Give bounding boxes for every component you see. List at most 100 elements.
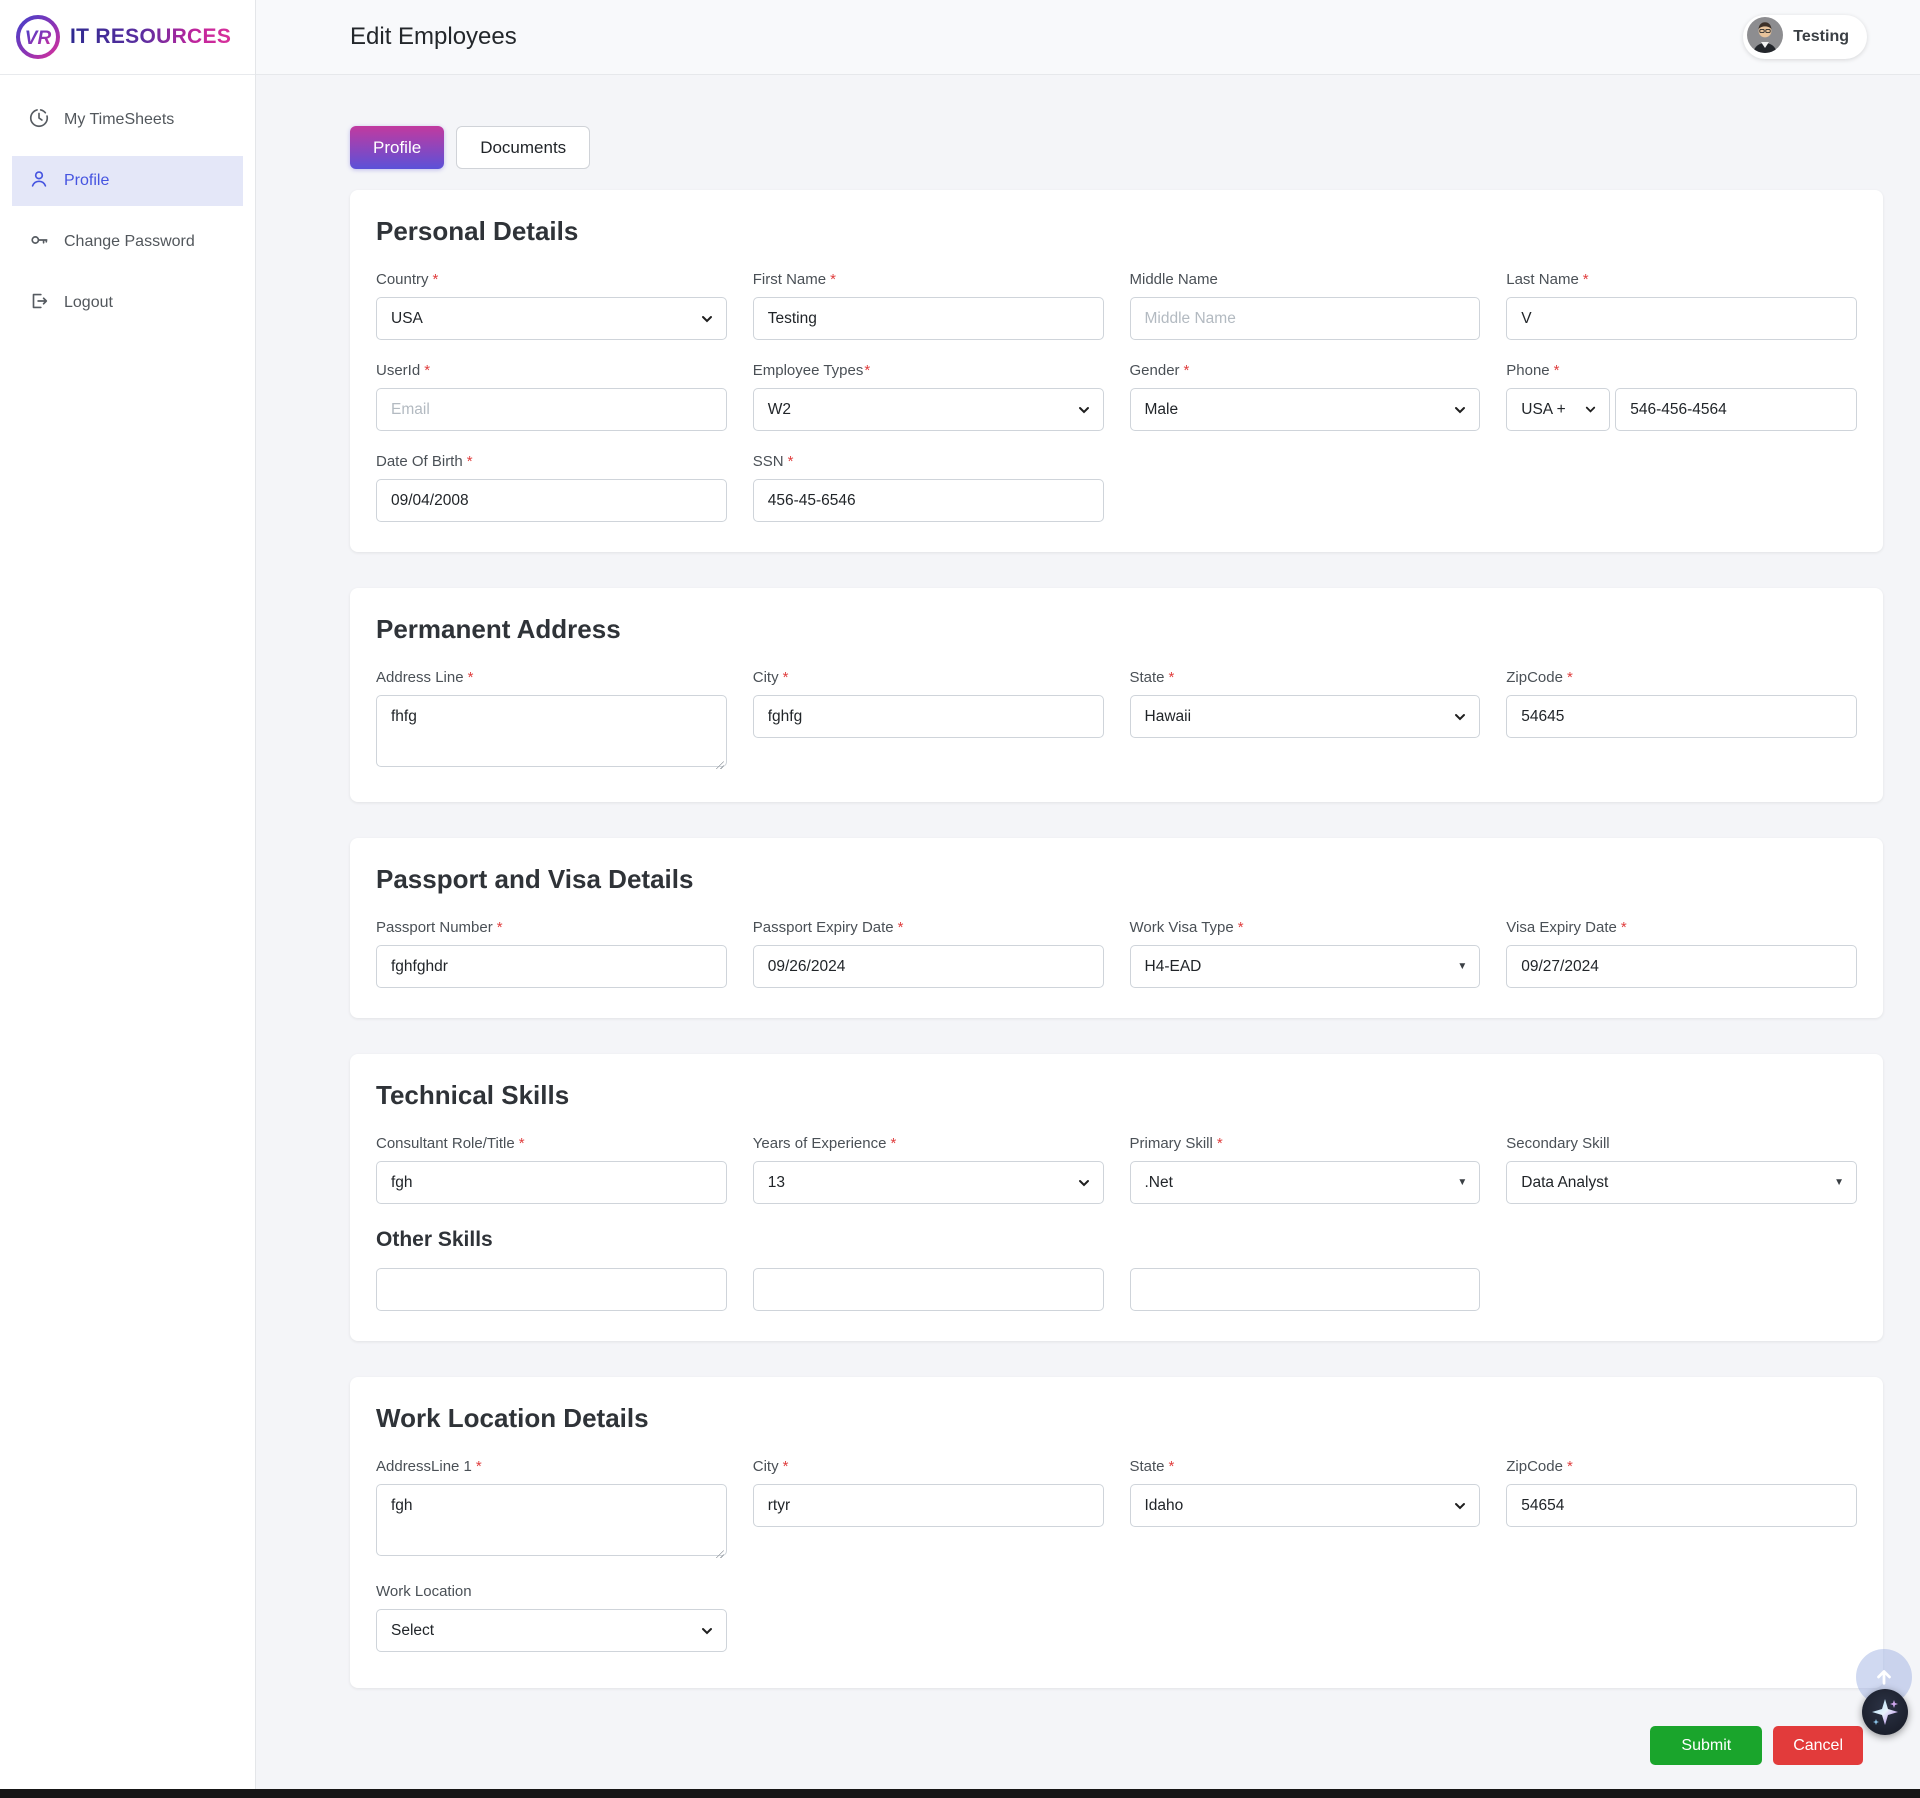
other-skill-1-input[interactable] [376, 1268, 727, 1311]
section-title: Passport and Visa Details [376, 864, 694, 894]
userid-input[interactable] [376, 388, 727, 431]
caret-down-icon: ▼ [1457, 1177, 1468, 1188]
chevron-down-icon [1078, 1179, 1089, 1186]
years-experience-select[interactable]: 13 [752, 1161, 1104, 1204]
key-icon [28, 229, 50, 256]
field-label: Passport Expiry Date [752, 919, 894, 936]
chevron-down-icon [1586, 406, 1596, 413]
work-zipcode-input[interactable] [1506, 1484, 1857, 1527]
primary-skill-field: Primary Skill * .Net ▼ [1129, 1135, 1481, 1204]
field-label: Last Name [1506, 271, 1579, 288]
required-asterisk: * [782, 1458, 789, 1475]
required-asterisk: * [432, 271, 439, 288]
brand-name: IT RESOURCES [70, 25, 232, 48]
sparkle-icon [1872, 1699, 1898, 1725]
visa-expiry-input[interactable] [1506, 945, 1857, 988]
other-skill-1-field [376, 1268, 727, 1311]
required-asterisk: * [787, 453, 794, 470]
field-label: Address Line [376, 669, 464, 686]
passport-visa-card: Passport and Visa Details Passport Numbe… [350, 838, 1883, 1018]
work-city-input[interactable] [752, 1484, 1104, 1527]
work-location-card: Work Location Details AddressLine 1 * fgh… [350, 1377, 1883, 1688]
passport-number-input[interactable] [376, 945, 727, 988]
field-label: ZipCode [1506, 1458, 1563, 1475]
user-menu[interactable]: Testing [1743, 15, 1867, 59]
sidebar-item-my-timesheets[interactable]: My TimeSheets [12, 95, 243, 145]
form-actions: Submit Cancel [350, 1726, 1883, 1765]
middle-name-input[interactable] [1129, 297, 1481, 340]
sidebar-item-logout[interactable]: Logout [12, 278, 243, 328]
submit-button[interactable]: Submit [1650, 1726, 1763, 1765]
address-line-textarea[interactable]: fhfg [376, 695, 727, 767]
field-label: Years of Experience [752, 1135, 887, 1152]
phone-field: Phone * USA + [1506, 362, 1857, 431]
logout-icon [28, 290, 50, 317]
middle-name-field: Middle Name [1129, 271, 1481, 340]
section-title: Technical Skills [376, 1080, 570, 1110]
required-asterisk: * [1566, 1458, 1573, 1475]
phone-country-code-select[interactable]: USA + [1506, 388, 1611, 431]
caret-down-icon: ▼ [1457, 961, 1468, 972]
city-input[interactable] [752, 695, 1104, 738]
section-title: Permanent Address [376, 614, 621, 644]
technical-skills-card: Technical Skills Consultant Role/Title * … [350, 1054, 1883, 1341]
required-asterisk: * [1168, 669, 1175, 686]
sidebar-item-label: Logout [64, 294, 113, 311]
other-skill-3-input[interactable] [1129, 1268, 1481, 1311]
required-asterisk: * [1216, 1135, 1223, 1152]
cancel-button[interactable]: Cancel [1773, 1726, 1863, 1765]
country-select[interactable]: USA [376, 297, 727, 340]
gender-select[interactable]: Male [1129, 388, 1481, 431]
personal-details-card: Personal Details Country * USA First Name… [350, 190, 1883, 552]
work-visa-type-select[interactable]: H4-EAD ▼ [1129, 945, 1481, 988]
work-location-field: Work Location Select [376, 1583, 727, 1652]
section-title: Work Location Details [376, 1403, 649, 1433]
sidebar-item-change-password[interactable]: Change Password [12, 217, 243, 267]
sidebar-item-profile[interactable]: Profile [12, 156, 243, 206]
tab-profile[interactable]: Profile [350, 126, 445, 169]
passport-number-field: Passport Number * [376, 919, 727, 988]
userid-field: UserId * [376, 362, 727, 431]
work-visa-type-field: Work Visa Type * H4-EAD ▼ [1129, 919, 1481, 988]
field-label: Middle Name [1129, 271, 1218, 288]
field-label: Work Visa Type [1129, 919, 1234, 936]
section-title: Personal Details [376, 216, 579, 246]
last-name-field: Last Name * [1506, 271, 1857, 340]
ai-assistant-button[interactable] [1862, 1689, 1908, 1735]
required-asterisk: * [467, 669, 474, 686]
work-zipcode-field: ZipCode * [1506, 1458, 1857, 1561]
zipcode-input[interactable] [1506, 695, 1857, 738]
employee-types-select[interactable]: W2 [752, 388, 1104, 431]
required-asterisk: * [864, 362, 871, 379]
passport-expiry-input[interactable] [752, 945, 1104, 988]
field-label: First Name [752, 271, 827, 288]
other-skill-2-input[interactable] [752, 1268, 1104, 1311]
work-state-select[interactable]: Idaho [1129, 1484, 1481, 1527]
ssn-input[interactable] [752, 479, 1104, 522]
first-name-input[interactable] [752, 297, 1104, 340]
work-location-select[interactable]: Select [376, 1609, 727, 1652]
work-state-field: State * Idaho [1129, 1458, 1481, 1561]
tab-documents[interactable]: Documents [456, 126, 591, 169]
last-name-input[interactable] [1506, 297, 1857, 340]
primary-skill-select[interactable]: .Net ▼ [1129, 1161, 1481, 1204]
addressline1-textarea[interactable]: fgh [376, 1484, 727, 1556]
phone-number-input[interactable] [1615, 388, 1857, 431]
chevron-down-icon [1455, 713, 1466, 720]
dob-input[interactable] [376, 479, 727, 522]
sidebar: VR IT RESOURCES My TimeSheets Profile Ch… [0, 0, 256, 1798]
chevron-down-icon [701, 315, 712, 322]
required-asterisk: * [1620, 919, 1627, 936]
field-label: AddressLine 1 [376, 1458, 472, 1475]
secondary-skill-field: Secondary Skill Data Analyst ▼ [1506, 1135, 1857, 1204]
user-icon [28, 168, 50, 195]
secondary-skill-select[interactable]: Data Analyst ▼ [1506, 1161, 1857, 1204]
field-label: Primary Skill [1129, 1135, 1213, 1152]
required-asterisk: * [1168, 1458, 1175, 1475]
state-select[interactable]: Hawaii [1129, 695, 1481, 738]
field-label: Passport Number [376, 919, 493, 936]
consultant-role-input[interactable] [376, 1161, 727, 1204]
field-label: Employee Types [752, 362, 864, 379]
required-asterisk: * [424, 362, 431, 379]
chevron-down-icon [701, 1627, 712, 1634]
